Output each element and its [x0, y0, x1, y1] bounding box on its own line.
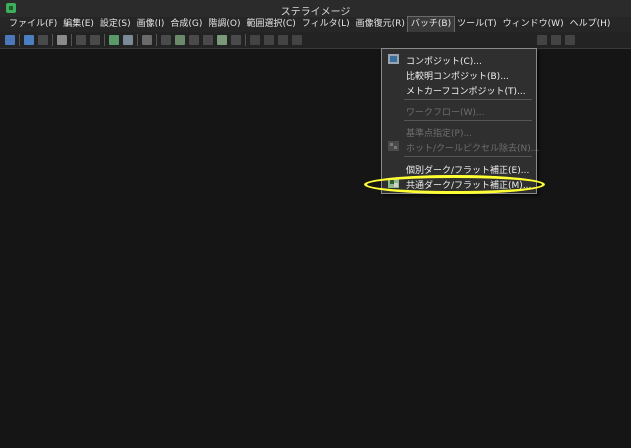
menu-window[interactable]: ウィンドウ(W) — [500, 17, 567, 32]
menu-item-reference-point: 基準点指定(P)... — [406, 129, 473, 139]
menu-image[interactable]: 画像(I) — [134, 17, 168, 32]
menu-item-workflow: ワークフロー(W)... — [406, 108, 485, 118]
menu-edit[interactable]: 編集(E) — [60, 17, 97, 32]
rotate-icon[interactable] — [142, 35, 152, 45]
menu-selection[interactable]: 範囲選択(C) — [243, 17, 298, 32]
menu-filter[interactable]: フィルタ(L) — [299, 17, 353, 32]
pixel-removal-icon — [388, 141, 399, 151]
menu-separator — [404, 156, 532, 157]
flat-icon[interactable] — [217, 35, 227, 45]
toolbar-separator — [137, 34, 138, 46]
menu-item-common-dark-flat[interactable]: 共通ダーク/フラット補正(M)... — [382, 176, 536, 191]
toolbar-separator — [104, 34, 105, 46]
menu-separator — [404, 120, 532, 121]
batch-dropdown-menu: コンポジット(C)... 比較明コンポジット(B)... メトカーフコンポジット… — [381, 48, 539, 194]
fit-icon[interactable] — [551, 35, 561, 45]
menu-composite[interactable]: 合成(G) — [167, 17, 205, 32]
composite-menu-icon — [388, 54, 399, 64]
menu-separator — [404, 99, 532, 100]
crop-icon[interactable] — [189, 35, 199, 45]
window-title: ステライメージ — [280, 7, 351, 18]
sparkle-icon[interactable] — [292, 35, 302, 45]
menu-help[interactable]: ヘルプ(H) — [567, 17, 614, 32]
toolbar-separator — [52, 34, 53, 46]
menu-restore[interactable]: 画像復元(R) — [353, 17, 408, 32]
adjust-icon[interactable] — [38, 35, 48, 45]
mask-icon[interactable] — [231, 35, 241, 45]
toolbar — [0, 32, 631, 49]
menu-item-hot-cool-pixel: ホット/クールピクセル除去(N)... — [382, 139, 539, 154]
composite-icon[interactable] — [109, 35, 119, 45]
star-detect-icon[interactable] — [565, 35, 575, 45]
image-icon[interactable] — [123, 35, 133, 45]
menu-tools[interactable]: ツール(T) — [454, 17, 500, 32]
levels-icon[interactable] — [90, 35, 100, 45]
zoom-icon[interactable] — [537, 35, 547, 45]
menu-batch[interactable]: バッチ(B) — [406, 16, 456, 33]
menu-file[interactable]: ファイル(F) — [6, 17, 60, 32]
title-bar: ステライメージ — [0, 0, 631, 18]
toolbar-separator — [71, 34, 72, 46]
matrix-icon[interactable] — [264, 35, 274, 45]
toolbar-separator — [245, 34, 246, 46]
grid-icon[interactable] — [57, 35, 67, 45]
menu-tone[interactable]: 階調(O) — [205, 17, 243, 32]
menu-item-individual-dark-flat[interactable]: 個別ダーク/フラット補正(E)... — [382, 161, 536, 176]
menu-item-metcalf-composite[interactable]: メトカーフコンポジット(T)... — [382, 82, 536, 97]
dark-flat-menu-icon — [388, 178, 399, 188]
save-icon[interactable] — [24, 35, 34, 45]
toolbar-separator — [19, 34, 20, 46]
tile-icon[interactable] — [278, 35, 288, 45]
transform-icon[interactable] — [203, 35, 213, 45]
menu-item-lighten-composite[interactable]: 比較明コンポジット(B)... — [382, 67, 536, 82]
toolbar-separator — [156, 34, 157, 46]
align-icon[interactable] — [175, 35, 185, 45]
menu-settings[interactable]: 設定(S) — [97, 17, 134, 32]
histogram-icon[interactable] — [76, 35, 86, 45]
star-icon[interactable] — [161, 35, 171, 45]
menu-bar: ファイル(F) 編集(E) 設定(S) 画像(I) 合成(G) 階調(O) 範囲… — [0, 16, 631, 33]
layers-icon[interactable] — [250, 35, 260, 45]
menu-item-composite[interactable]: コンポジット(C)... — [382, 52, 536, 67]
open-file-icon[interactable] — [5, 35, 15, 45]
